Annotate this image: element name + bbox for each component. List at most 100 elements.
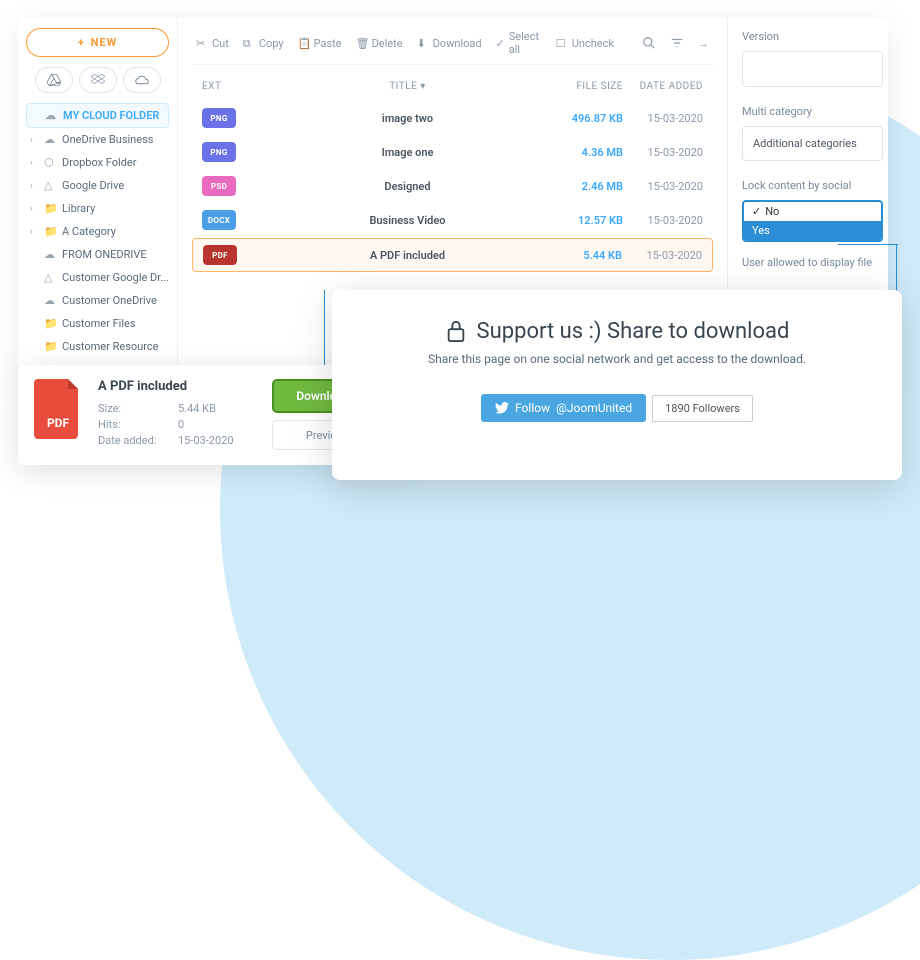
cloud-icon: ☁ [45,109,57,122]
date-val: 15-03-2020 [178,434,234,447]
tree-item-6[interactable]: ☁ FROM ONEDRIVE [26,243,169,266]
file-date: 15-03-2020 [622,249,702,262]
file-title: Business Video [262,214,553,227]
lock-option-yes[interactable]: Yes [744,221,881,240]
selectall-button[interactable]: ✓Select all [496,30,542,56]
tree-label: Customer OneDrive [62,294,157,307]
tree-label: Customer Files [62,317,136,330]
new-button[interactable]: + NEW [26,28,169,57]
col-title[interactable]: TITLE ▾ [262,81,553,92]
arrow-button[interactable]: → [698,37,709,50]
svg-text:PDF: PDF [47,416,70,430]
chevron-icon: › [30,181,38,191]
toolbar: ✂Cut ⧉Copy 📋Paste 🗑Delete ⬇Download ✓Sel… [192,18,713,65]
tree-item-5[interactable]: ›📁A Category [26,220,169,243]
onedrive-chip[interactable] [123,67,161,93]
file-row[interactable]: DOCX Business Video12.57 KB15-03-2020 [192,204,713,236]
ext-badge: PSD [202,176,236,196]
file-date: 15-03-2020 [623,112,703,125]
pdf-file-icon: PDF [34,379,82,451]
file-date: 15-03-2020 [623,214,703,227]
tree-item-9[interactable]: 📁 Customer Files [26,312,169,335]
twitter-follow-button[interactable]: Follow @JoomUnited [481,394,646,422]
drive-chip[interactable] [35,67,73,93]
file-row[interactable]: PDF A PDF included5.44 KB15-03-2020 [192,238,713,272]
hits-key: Hits: [98,418,178,431]
file-row[interactable]: PNGimage two496.87 KB15-03-2020 [192,102,713,134]
size-val: 5.44 KB [178,402,216,415]
onedrive-icon: ☁ [44,294,56,307]
file-size: 4.36 MB [553,146,623,159]
folder-tree: ☁MY CLOUD FOLDER › ☁ OneDrive Business ›⬡Dro… [26,103,169,381]
file-title: A PDF included [263,249,552,262]
tree-label: Dropbox Folder [62,156,137,169]
plus-icon: + [78,36,85,49]
file-size: 2.46 MB [553,180,623,193]
tree-item-4[interactable]: ›📁Library [26,197,169,220]
col-date[interactable]: DATE ADDED [623,81,703,92]
lock-option-no[interactable]: ✓No [744,202,881,221]
folder-icon: 📁 [44,317,56,330]
copy-icon: ⧉ [243,37,255,49]
size-key: Size: [98,402,178,415]
delete-button[interactable]: 🗑Delete [356,37,403,50]
paste-icon: 📋 [298,37,310,49]
share-subtitle: Share this page on one social network an… [362,352,872,366]
col-size[interactable]: FILE SIZE [553,81,623,92]
uncheck-button[interactable]: ☐Uncheck [556,37,614,50]
tree-item-0[interactable]: ☁MY CLOUD FOLDER [26,103,169,128]
ext-badge: DOCX [202,210,236,230]
new-label: NEW [91,36,118,49]
filter-button[interactable] [670,36,684,50]
file-row[interactable]: PNG Image one4.36 MB15-03-2020 [192,136,713,168]
detail-title: A PDF included [98,379,256,394]
tree-label: FROM ONEDRIVE [62,248,147,261]
file-size: 12.57 KB [553,214,623,227]
file-date: 15-03-2020 [623,146,703,159]
tree-item-10[interactable]: 📁Customer Resource [26,335,169,358]
tree-label: A Category [62,225,116,238]
chevron-icon: › [30,204,38,214]
ext-badge: PDF [203,245,237,265]
ext-badge: PNG [202,108,236,128]
file-title: Designed [262,180,553,193]
delete-icon: 🗑 [356,37,368,49]
copy-button[interactable]: ⧉Copy [243,37,284,50]
version-input[interactable] [742,51,883,87]
drive-icon: △ [44,271,56,284]
folder-icon: 📁 [44,340,56,353]
drive-icon: △ [44,179,56,192]
download-button[interactable]: ⬇Download [417,37,482,50]
chevron-icon: › [30,135,38,145]
file-title: image two [262,112,553,125]
tree-label: Library [62,202,95,215]
onedrive-icon: ☁ [44,133,56,146]
tree-item-1[interactable]: › ☁ OneDrive Business [26,128,169,151]
onedrive-icon: ☁ [44,248,56,261]
col-ext[interactable]: EXT [202,81,262,92]
cut-button[interactable]: ✂Cut [196,37,229,50]
tree-label: OneDrive Business [62,133,153,146]
hits-val: 0 [178,418,184,431]
file-date: 15-03-2020 [623,180,703,193]
file-rows: PNGimage two496.87 KB15-03-2020PNGImage … [192,102,713,272]
date-key: Date added: [98,434,178,447]
tree-item-8[interactable]: ☁ Customer OneDrive [26,289,169,312]
additional-categories[interactable]: Additional categories [742,126,883,161]
file-row[interactable]: PSD Designed2.46 MB15-03-2020 [192,170,713,202]
sidebar: + NEW ☁MY CLOUD FOLDER › ☁ OneDrive Busines… [18,18,178,383]
folder-icon: 📁 [44,225,56,238]
search-button[interactable] [642,36,656,50]
version-label: Version [742,30,883,43]
tree-item-3[interactable]: › △ Google Drive [26,174,169,197]
tree-item-2[interactable]: ›⬡Dropbox Folder [26,151,169,174]
lock-select[interactable]: ✓No Yes [742,200,883,242]
file-title: Image one [262,146,553,159]
tree-label: Google Drive [62,179,124,192]
file-size: 5.44 KB [552,249,622,262]
lock-icon [445,318,467,344]
ext-badge: PNG [202,142,236,162]
tree-item-7[interactable]: △Customer Google Dr... [26,266,169,289]
dropbox-chip[interactable] [79,67,117,93]
paste-button[interactable]: 📋Paste [298,37,342,50]
